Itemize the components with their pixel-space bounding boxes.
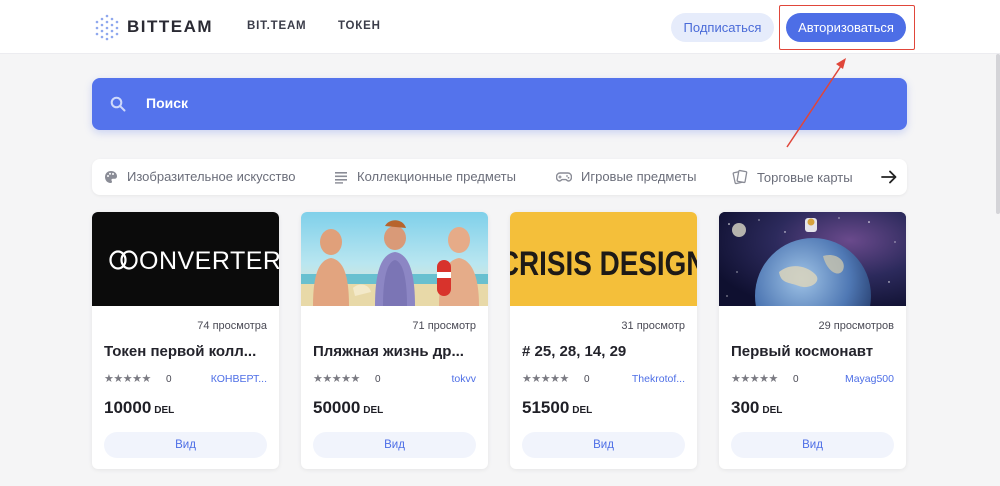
search-icon bbox=[110, 96, 126, 112]
image-logo-text: ONVERTER bbox=[139, 247, 279, 275]
converter-logo: ONVERTER bbox=[109, 247, 279, 275]
arrow-right-icon[interactable] bbox=[880, 167, 898, 187]
category-label: Торговые карты bbox=[757, 169, 853, 185]
gamepad-icon bbox=[556, 171, 572, 182]
search-bar[interactable]: Поиск bbox=[92, 78, 907, 130]
star-rating-icon: ★★★★★ bbox=[522, 373, 569, 385]
cards-icon bbox=[732, 169, 748, 185]
crisis-design-image: CRISIS DESIGN bbox=[510, 244, 697, 282]
nft-card[interactable]: CRISIS DESIGN 31 просмотр # 25, 28, 14, … bbox=[510, 212, 697, 469]
card-title[interactable]: Токен первой колл... bbox=[104, 343, 269, 360]
nft-card[interactable]: 29 просмотров Первый космонавт ★★★★★ 0 M… bbox=[719, 212, 906, 469]
view-count: 31 просмотр bbox=[621, 320, 685, 332]
nft-card[interactable]: 71 просмотр Пляжная жизнь др... ★★★★★ 0 … bbox=[301, 212, 488, 469]
palette-icon bbox=[105, 170, 117, 183]
price: 50000 DEL bbox=[313, 398, 384, 417]
rating-count: 0 bbox=[793, 374, 799, 385]
logo[interactable]: BITTEAM bbox=[93, 13, 213, 41]
star-rating-icon: ★★★★★ bbox=[104, 373, 151, 385]
category-bar: Изобразительное искусство Коллекционные … bbox=[92, 159, 907, 195]
author-link[interactable]: tokvv bbox=[451, 373, 476, 385]
scrollbar[interactable] bbox=[996, 54, 1000, 214]
card-title[interactable]: Пляжная жизнь др... bbox=[313, 343, 478, 360]
price: 300 DEL bbox=[731, 398, 783, 417]
subscribe-button[interactable]: Подписаться bbox=[671, 13, 774, 42]
category-label: Изобразительное искусство bbox=[127, 169, 296, 184]
beach-photo bbox=[301, 212, 488, 306]
card-title[interactable]: # 25, 28, 14, 29 bbox=[522, 343, 687, 360]
view-count: 74 просмотра bbox=[197, 320, 267, 332]
list-icon bbox=[335, 171, 347, 184]
author-link[interactable]: КОНВЕРТ... bbox=[211, 373, 267, 385]
price: 10000 DEL bbox=[104, 398, 175, 417]
rating-count: 0 bbox=[584, 374, 590, 385]
price: 51500 DEL bbox=[522, 398, 593, 417]
view-button[interactable]: Вид bbox=[104, 432, 267, 458]
image-logo-text: CRISIS DESIGN bbox=[510, 244, 697, 282]
card-title[interactable]: Первый космонавт bbox=[731, 343, 896, 360]
category-label: Коллекционные предметы bbox=[357, 169, 516, 184]
view-count: 71 просмотр bbox=[412, 320, 476, 332]
star-rating-icon: ★★★★★ bbox=[731, 373, 778, 385]
category-label: Игровые предметы bbox=[581, 169, 697, 184]
view-count: 29 просмотров bbox=[818, 320, 894, 332]
nft-image[interactable] bbox=[301, 212, 488, 306]
logo-icon bbox=[95, 14, 119, 41]
nft-image[interactable] bbox=[719, 212, 906, 306]
highlight-box bbox=[779, 5, 915, 50]
nav-link-token[interactable]: ТОКЕН bbox=[338, 20, 381, 32]
author-link[interactable]: Thekrotof... bbox=[632, 373, 685, 385]
header: BITTEAM BIT.TEAM ТОКЕН Подписаться Автор… bbox=[0, 0, 1000, 54]
rating-count: 0 bbox=[375, 374, 381, 385]
category-trading-cards[interactable]: Торговые карты bbox=[732, 169, 853, 185]
nft-image[interactable]: ONVERTER bbox=[92, 212, 279, 306]
nft-image[interactable]: CRISIS DESIGN bbox=[510, 212, 697, 306]
category-collectibles[interactable]: Коллекционные предметы bbox=[334, 169, 516, 184]
currency: DEL bbox=[363, 405, 384, 416]
rating-count: 0 bbox=[166, 374, 172, 385]
view-button[interactable]: Вид bbox=[731, 432, 894, 458]
star-rating-icon: ★★★★★ bbox=[313, 373, 360, 385]
currency: DEL bbox=[154, 405, 175, 416]
view-button[interactable]: Вид bbox=[522, 432, 685, 458]
nav-link-bitteam[interactable]: BIT.TEAM bbox=[247, 20, 306, 32]
search-input[interactable]: Поиск bbox=[146, 95, 188, 111]
currency: DEL bbox=[572, 405, 593, 416]
nft-card[interactable]: ONVERTER 74 просмотра Токен первой колл.… bbox=[92, 212, 279, 469]
author-link[interactable]: Mayag500 bbox=[845, 373, 894, 385]
currency: DEL bbox=[762, 405, 783, 416]
category-game-items[interactable]: Игровые предметы bbox=[556, 169, 696, 184]
view-button[interactable]: Вид bbox=[313, 432, 476, 458]
space-earth-image bbox=[719, 212, 906, 306]
category-fine-art[interactable]: Изобразительное искусство bbox=[104, 169, 295, 184]
logo-text: BITTEAM bbox=[127, 17, 214, 36]
